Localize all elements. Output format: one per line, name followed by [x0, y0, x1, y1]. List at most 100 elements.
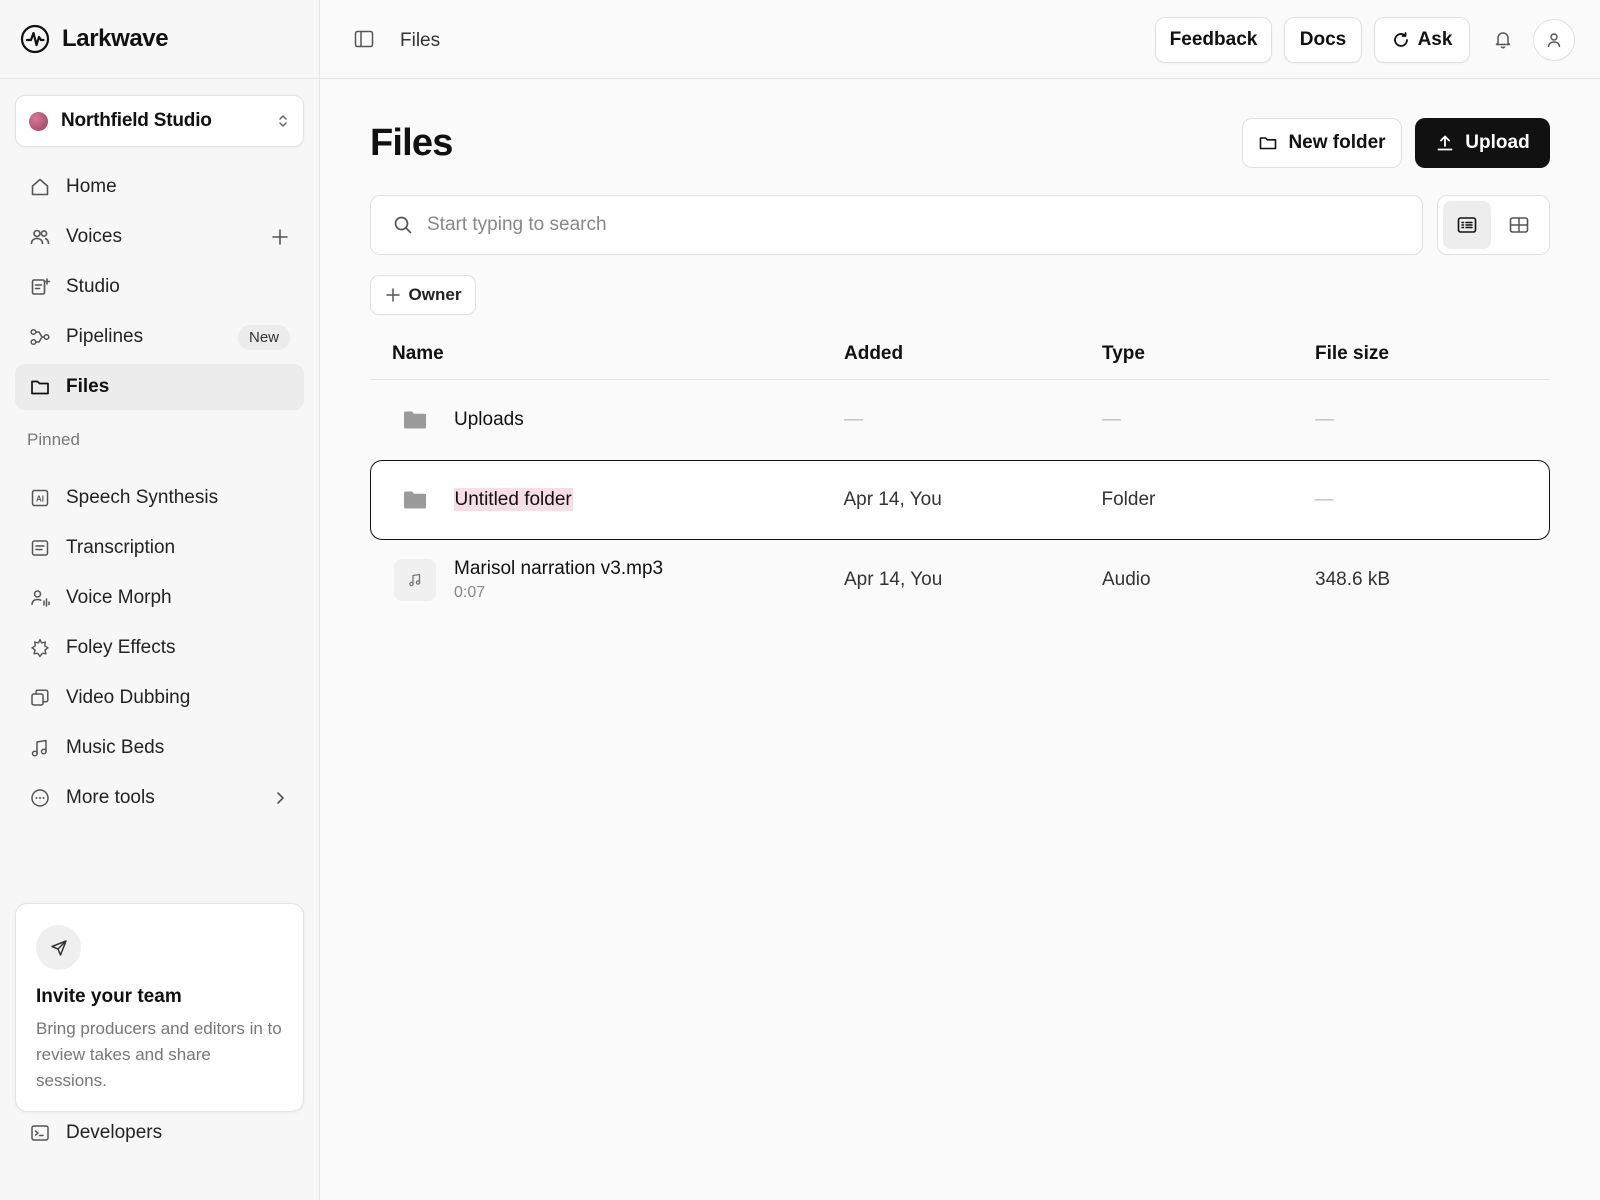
table-row-selected[interactable]: Untitled folder Apr 14, You Folder — — [370, 460, 1550, 540]
audio-file-icon — [394, 559, 436, 601]
music-icon — [31, 739, 47, 757]
list-view-button[interactable] — [1443, 201, 1491, 249]
column-header-name[interactable]: Name — [392, 343, 444, 365]
pinned-heading: Pinned — [27, 430, 80, 449]
file-added: — — [844, 409, 863, 430]
feedback-button[interactable]: Feedback — [1155, 17, 1272, 63]
view-toggle — [1437, 195, 1550, 255]
primary-nav: Home Voices Studio Pipelines New Files — [15, 164, 304, 414]
search-icon — [394, 216, 412, 234]
table-row[interactable]: Marisol narration v3.mp3 0:07 Apr 14, Yo… — [370, 540, 1550, 620]
nav-item-foley-effects[interactable]: Foley Effects — [15, 625, 304, 671]
page-title: Files — [370, 122, 453, 164]
user-icon — [1547, 33, 1561, 48]
file-type: Audio — [1102, 569, 1151, 590]
sidebar: Larkwave Northfield Studio Home Voices S… — [0, 0, 320, 1200]
file-name[interactable]: Untitled folder — [453, 488, 573, 511]
nav-item-label: Foley Effects — [66, 637, 176, 658]
chevron-right-icon — [277, 792, 284, 804]
column-header-added[interactable]: Added — [844, 343, 903, 365]
file-size: — — [1315, 409, 1334, 430]
nav-item-label: Music Beds — [66, 737, 165, 758]
column-header-size[interactable]: File size — [1315, 343, 1389, 365]
table-row[interactable]: Uploads — — — — [370, 380, 1550, 460]
nav-item-voices[interactable]: Voices — [15, 214, 304, 260]
nav-item-files[interactable]: Files — [15, 364, 304, 410]
studio-icon — [31, 278, 51, 295]
file-name-block: Marisol narration v3.mp3 0:07 — [454, 558, 663, 602]
brand[interactable]: Larkwave — [0, 0, 319, 79]
folder-filled-icon — [404, 411, 426, 429]
send-icon — [36, 925, 81, 970]
nav-item-developers[interactable]: Developers — [15, 1110, 304, 1156]
breadcrumb: Files — [400, 30, 441, 51]
nav-item-label: Speech Synthesis — [66, 487, 219, 508]
top-bar: Files Feedback Docs Ask — [320, 0, 1600, 79]
developers-nav: Developers — [15, 1122, 304, 1160]
nav-item-label: More tools — [66, 787, 155, 808]
nav-item-speech-synthesis[interactable]: AI Speech Synthesis — [15, 475, 304, 521]
nav-item-voice-morph[interactable]: Voice Morph — [15, 575, 304, 621]
nav-item-label: Pipelines — [66, 326, 144, 347]
nav-item-label: Developers — [66, 1122, 163, 1143]
docs-label: Docs — [1299, 29, 1347, 50]
sidebar-toggle-icon[interactable] — [353, 28, 375, 50]
new-folder-button[interactable]: New folder — [1242, 118, 1402, 168]
transcript-icon — [31, 540, 49, 556]
file-type: Folder — [1101, 489, 1156, 510]
users-icon — [30, 229, 50, 245]
larkwave-logo-icon — [20, 24, 50, 54]
rename-selection[interactable]: Untitled folder — [453, 488, 573, 511]
add-voice-icon[interactable] — [270, 227, 290, 247]
new-badge: New — [237, 324, 290, 350]
grid-view-icon — [1509, 217, 1529, 233]
nav-item-label: Voice Morph — [66, 587, 172, 608]
grid-view-button[interactable] — [1495, 201, 1543, 249]
sparkle-icon — [31, 638, 49, 658]
upload-button[interactable]: Upload — [1415, 118, 1550, 168]
docs-button[interactable]: Docs — [1284, 17, 1362, 63]
nav-item-music-beds[interactable]: Music Beds — [15, 725, 304, 771]
home-icon — [31, 178, 49, 196]
ask-button[interactable]: Ask — [1374, 17, 1470, 63]
ai-icon: AI — [31, 489, 49, 507]
owner-filter-label: Owner — [408, 285, 462, 304]
file-added: Apr 14, You — [844, 569, 943, 590]
nav-item-label: Home — [66, 176, 117, 197]
file-type: — — [1102, 409, 1121, 430]
voice-morph-icon — [31, 590, 50, 607]
bell-icon[interactable] — [1492, 28, 1514, 50]
terminal-icon — [31, 1125, 49, 1141]
workspace-switcher[interactable]: Northfield Studio — [15, 95, 304, 147]
user-avatar[interactable] — [1533, 19, 1575, 61]
nav-item-label: Studio — [66, 276, 120, 297]
dubbing-icon — [31, 689, 49, 706]
column-header-type[interactable]: Type — [1102, 343, 1145, 365]
search-box[interactable] — [370, 195, 1423, 255]
nav-item-pipelines[interactable]: Pipelines New — [15, 314, 304, 360]
list-view-icon — [1457, 217, 1477, 233]
nav-item-label: Files — [66, 376, 110, 397]
upload-icon — [1437, 135, 1453, 151]
nav-item-label: Voices — [66, 226, 122, 247]
pinned-nav: AI Speech Synthesis Transcription Voice … — [15, 475, 304, 825]
file-duration: 0:07 — [454, 584, 486, 601]
workspace-avatar — [29, 111, 48, 131]
owner-filter-button[interactable]: Owner — [370, 275, 476, 315]
nav-item-home[interactable]: Home — [15, 164, 304, 210]
nav-item-label: Video Dubbing — [66, 687, 191, 708]
nav-item-video-dubbing[interactable]: Video Dubbing — [15, 675, 304, 721]
invite-team-card[interactable]: Invite your team Bring producers and edi… — [15, 903, 304, 1112]
search-input[interactable] — [427, 214, 1327, 236]
nav-item-transcription[interactable]: Transcription — [15, 525, 304, 571]
folder-icon — [1260, 137, 1277, 150]
invite-description: Bring producers and editors in to review… — [36, 1019, 282, 1090]
chevron-updown-icon — [279, 115, 287, 127]
workspace-name: Northfield Studio — [61, 110, 212, 131]
ask-label: Ask — [1417, 29, 1453, 50]
nav-item-more-tools[interactable]: More tools — [15, 775, 304, 821]
folder-icon — [31, 380, 49, 395]
new-folder-label: New folder — [1288, 132, 1386, 153]
svg-text:AI: AI — [36, 495, 44, 504]
nav-item-studio[interactable]: Studio — [15, 264, 304, 310]
